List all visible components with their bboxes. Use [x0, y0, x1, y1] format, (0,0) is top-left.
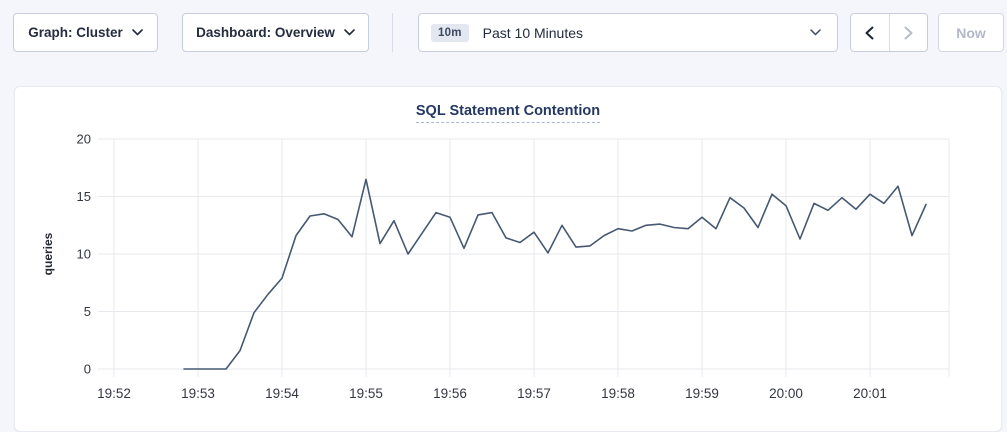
graph-dropdown-label: Graph: Cluster: [28, 25, 123, 40]
x-axis-tick-labels: 19:52 19:53 19:54 19:55 19:56 19:57 19:58 19:59…: [97, 386, 887, 401]
svg-text:20:01: 20:01: [853, 386, 887, 401]
svg-text:10: 10: [77, 247, 91, 262]
dashboard-dropdown-button[interactable]: Dashboard: Overview: [182, 13, 369, 52]
svg-text:19:58: 19:58: [601, 386, 635, 401]
time-shift-button-group: [850, 13, 928, 52]
svg-text:20: 20: [77, 132, 91, 147]
time-next-button[interactable]: [889, 14, 928, 51]
chart-gridlines: [98, 139, 949, 377]
time-range-dropdown[interactable]: 10m Past 10 Minutes: [418, 13, 838, 52]
svg-text:19:52: 19:52: [97, 386, 131, 401]
time-prev-button[interactable]: [851, 14, 889, 51]
chevron-down-icon: [344, 29, 355, 36]
y-axis-unit-label: queries: [41, 232, 55, 275]
svg-text:19:56: 19:56: [433, 386, 467, 401]
chevron-right-icon: [904, 26, 913, 40]
chart-card: SQL Statement Contention 05101520 19:521…: [14, 86, 1002, 432]
svg-text:19:55: 19:55: [349, 386, 383, 401]
toolbar-divider: [392, 13, 393, 52]
y-axis-tick-labels: 0 5 10 15 20: [77, 132, 91, 377]
graph-dropdown-button[interactable]: Graph: Cluster: [13, 13, 158, 52]
svg-text:15: 15: [77, 189, 91, 204]
svg-text:19:57: 19:57: [517, 386, 551, 401]
time-range-label: Past 10 Minutes: [483, 25, 583, 41]
svg-text:0: 0: [84, 362, 91, 377]
chart-line-series: [184, 179, 926, 369]
chevron-left-icon: [865, 26, 874, 40]
svg-text:19:53: 19:53: [181, 386, 215, 401]
svg-text:5: 5: [84, 304, 91, 319]
svg-text:19:59: 19:59: [685, 386, 719, 401]
now-button[interactable]: Now: [938, 13, 1004, 52]
svg-text:20:00: 20:00: [769, 386, 803, 401]
contention-chart-plot-area[interactable]: 05101520 19:5219:5319:5419:5519:5619:571…: [15, 87, 1003, 432]
chevron-down-icon: [810, 29, 821, 36]
chevron-down-icon: [132, 29, 143, 36]
svg-text:19:54: 19:54: [265, 386, 299, 401]
time-preset-badge: 10m: [431, 24, 469, 42]
dashboard-dropdown-label: Dashboard: Overview: [196, 25, 335, 40]
